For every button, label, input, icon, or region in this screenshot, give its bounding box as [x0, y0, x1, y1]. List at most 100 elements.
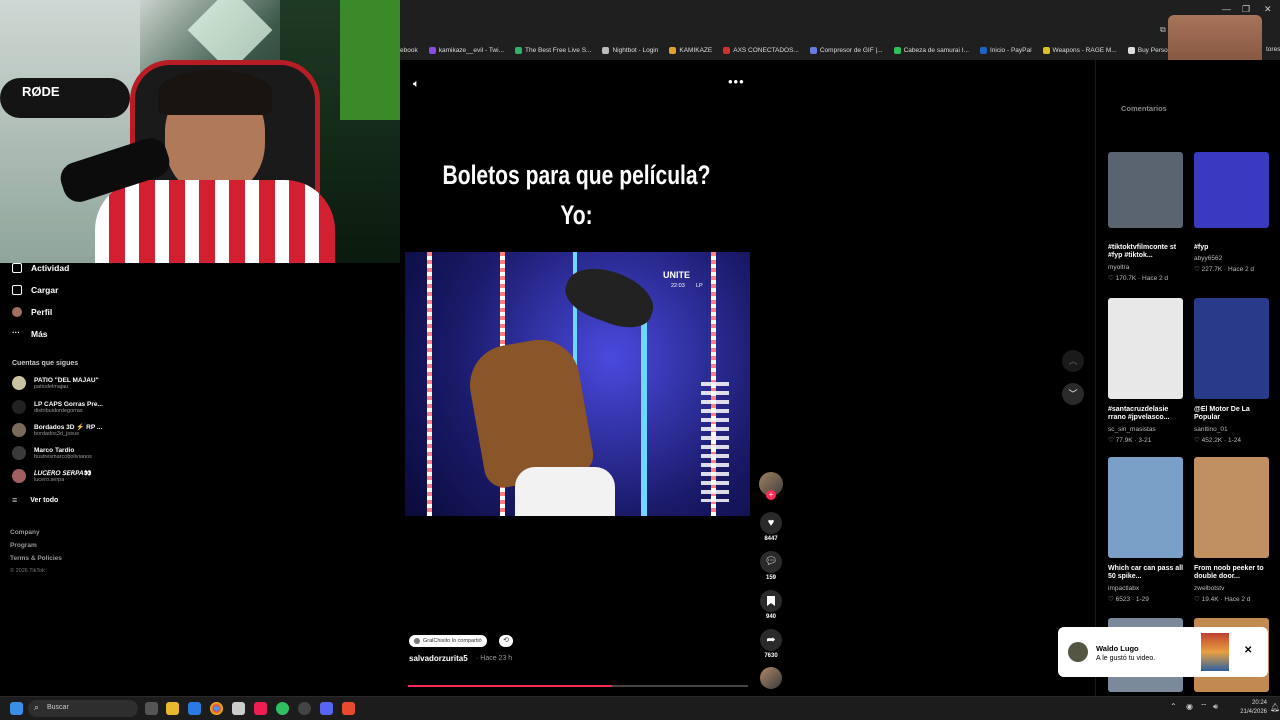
- video-thumbnail[interactable]: [1108, 152, 1183, 228]
- list-icon: ≡: [12, 495, 18, 505]
- scroll-down-icon[interactable]: ﹀: [1062, 383, 1084, 405]
- obs-icon[interactable]: [298, 702, 311, 715]
- sidebar-item-perfil[interactable]: Perfil: [12, 307, 52, 317]
- inbox-icon: [12, 263, 22, 273]
- share-icon[interactable]: ➦: [760, 629, 782, 651]
- video-thumbnail[interactable]: [1108, 298, 1183, 399]
- bookmarks-overflow[interactable]: tores: [1266, 46, 1280, 53]
- bookmark-item[interactable]: Nightbot - Login: [602, 46, 658, 54]
- video-progress-track[interactable]: [408, 685, 748, 687]
- volume-tray-icon[interactable]: 🔊︎: [1213, 702, 1218, 712]
- sidebar-item-label: Cargar: [31, 285, 59, 295]
- bookmark-favicon-icon: [980, 46, 987, 54]
- shared-by-chip[interactable]: GralChisito lo compartió: [409, 635, 487, 647]
- notifications-icon[interactable]: 🔔︎: [1270, 703, 1280, 712]
- follow-plus-icon[interactable]: +: [766, 490, 776, 500]
- task-view-icon[interactable]: [145, 702, 158, 715]
- account-avatar: [12, 469, 26, 483]
- footer-link[interactable]: Terms & Policies: [10, 555, 62, 562]
- bookmark-label: Compresor de GIF |...: [819, 46, 883, 54]
- tray-chevron-icon[interactable]: ⌃: [1170, 702, 1177, 711]
- file-explorer-icon[interactable]: [166, 702, 179, 715]
- thumbnail-caption[interactable]: Which car can pass all 50 spike...: [1108, 565, 1186, 582]
- thumbnail-user[interactable]: abyy6562: [1194, 255, 1222, 262]
- like-icon[interactable]: ♥: [760, 512, 782, 534]
- bookmark-item[interactable]: Compresor de GIF |...: [809, 46, 883, 54]
- following-account[interactable]: Marco Tardio bustresmarcobolivianos: [12, 446, 92, 460]
- notification-thumbnail: [1201, 633, 1229, 671]
- thumbnail-caption[interactable]: #fyp: [1194, 244, 1272, 252]
- bookmark-favicon-icon: [428, 46, 436, 54]
- video-caption-line2: Yo:: [560, 200, 593, 230]
- bookmark-favicon-icon: [514, 46, 522, 54]
- footer-link[interactable]: Program: [10, 542, 37, 549]
- volume-icon[interactable]: 🔈︎: [413, 78, 420, 91]
- taskbar-search[interactable]: ⌕ Buscar: [28, 700, 138, 717]
- sidebar-item-actividad[interactable]: Actividad: [12, 263, 69, 273]
- account-avatar: [12, 400, 26, 414]
- bookmark-item[interactable]: The Best Free Live S...: [514, 46, 591, 54]
- following-account[interactable]: Bordados 3D ⚡ RP ... bordados3d_josue: [12, 423, 102, 437]
- tray-app-icon[interactable]: ◉: [1186, 702, 1193, 711]
- brave-icon[interactable]: [342, 702, 355, 715]
- author-avatar[interactable]: +: [759, 472, 783, 500]
- video-thumbnail[interactable]: [1194, 457, 1269, 558]
- share-count: 7630: [764, 653, 778, 659]
- account-name: LP CAPS Gorras Pre...: [34, 400, 103, 408]
- author-name[interactable]: salvadorzurita5: [409, 654, 468, 663]
- scroll-up-icon[interactable]: ︿: [1062, 350, 1084, 372]
- thumbnail-caption[interactable]: #santacruzdelasie rrano #jpvelasco...: [1108, 406, 1186, 423]
- bookmark-item[interactable]: Weapons - RAGE M...: [1042, 46, 1117, 54]
- thumbnail-stats: ♡ 452.2K · 1-24: [1194, 437, 1242, 444]
- video-thumbnail[interactable]: [1194, 298, 1269, 399]
- thumbnail-user[interactable]: myoltra: [1108, 264, 1129, 271]
- following-account[interactable]: PATIO "DEL MAJAU" patiodelmajau: [12, 376, 99, 390]
- bookmark-icon[interactable]: [760, 590, 782, 612]
- repost-icon[interactable]: ⟲: [499, 635, 513, 647]
- thumbnail-caption[interactable]: #tiktoktvfilmconte st #fyp #tiktok...: [1108, 244, 1186, 261]
- video-thumbnail[interactable]: [1108, 457, 1183, 558]
- thumbnail-caption[interactable]: From noob peeker to double door...: [1194, 565, 1272, 582]
- thumbnail-user[interactable]: zwelbotstv: [1194, 585, 1224, 592]
- minimize-icon[interactable]: —: [1222, 4, 1231, 14]
- bookmark-item[interactable]: ebook: [400, 47, 418, 54]
- extension-icon[interactable]: ⧉: [1160, 25, 1166, 35]
- more-options-icon[interactable]: •••: [728, 74, 745, 89]
- windows-start-icon[interactable]: [10, 702, 23, 715]
- notification-toast[interactable]: Waldo Lugo A le gustó tu video. ✕: [1058, 627, 1268, 677]
- following-account[interactable]: 𝘓𝘜𝘊𝘌𝘙𝘖 𝘚𝘌𝘙𝘗𝘈👀 lucero.serpa: [12, 469, 92, 483]
- bookmark-item[interactable]: AXS CONECTADOS...: [723, 46, 799, 54]
- bookmark-label: Weapons - RAGE M...: [1052, 46, 1117, 54]
- close-window-icon[interactable]: ✕: [1264, 4, 1272, 15]
- wifi-icon[interactable]: ⌔: [1200, 702, 1208, 712]
- notification-name: Waldo Lugo: [1096, 644, 1139, 653]
- notepad-icon[interactable]: [232, 702, 245, 715]
- following-account[interactable]: LP CAPS Gorras Pre... distribuidordegorra…: [12, 400, 103, 414]
- thumbnail-caption[interactable]: @El Motor De La Popular: [1194, 406, 1272, 423]
- comments-tab[interactable]: Comentarios: [1121, 104, 1167, 113]
- discord-icon[interactable]: [320, 702, 333, 715]
- bookmark-item[interactable]: kamikaze__evil - Twi...: [428, 46, 504, 54]
- sound-disc-icon[interactable]: [760, 667, 782, 689]
- thumbnail-user[interactable]: sc_sin_masistas: [1108, 426, 1156, 433]
- thumbnail-user[interactable]: impactlabx: [1108, 585, 1139, 592]
- video-thumbnail[interactable]: [1194, 152, 1269, 228]
- comment-icon[interactable]: 💬︎: [760, 551, 782, 573]
- footer-link[interactable]: Company: [10, 529, 40, 536]
- restore-icon[interactable]: ❐: [1242, 4, 1250, 15]
- see-all-link[interactable]: ≡ Ver todo: [12, 495, 58, 505]
- chrome-icon[interactable]: [210, 702, 223, 715]
- bookmark-item[interactable]: Inicio - PayPal: [980, 46, 1032, 54]
- notification-close-icon[interactable]: ✕: [1244, 645, 1252, 656]
- app-green-icon[interactable]: [276, 702, 289, 715]
- copyright: © 2026 TikTok: [10, 568, 45, 574]
- sidebar-item-cargar[interactable]: Cargar: [12, 285, 58, 295]
- thumbnail-stats: ♡ 170.7K · Hace 2 d: [1108, 275, 1169, 282]
- sidebar-item-más[interactable]: ··· Más: [12, 329, 48, 340]
- bookmark-item[interactable]: Cabeza de samurai I...: [893, 46, 969, 54]
- video-player[interactable]: UNITE 22:03 LP: [405, 252, 750, 516]
- bookmark-item[interactable]: KAMIKAZE: [669, 46, 712, 54]
- store-icon[interactable]: [188, 702, 201, 715]
- thumbnail-user[interactable]: santtino_01: [1194, 426, 1228, 433]
- tiktok-icon[interactable]: [254, 702, 267, 715]
